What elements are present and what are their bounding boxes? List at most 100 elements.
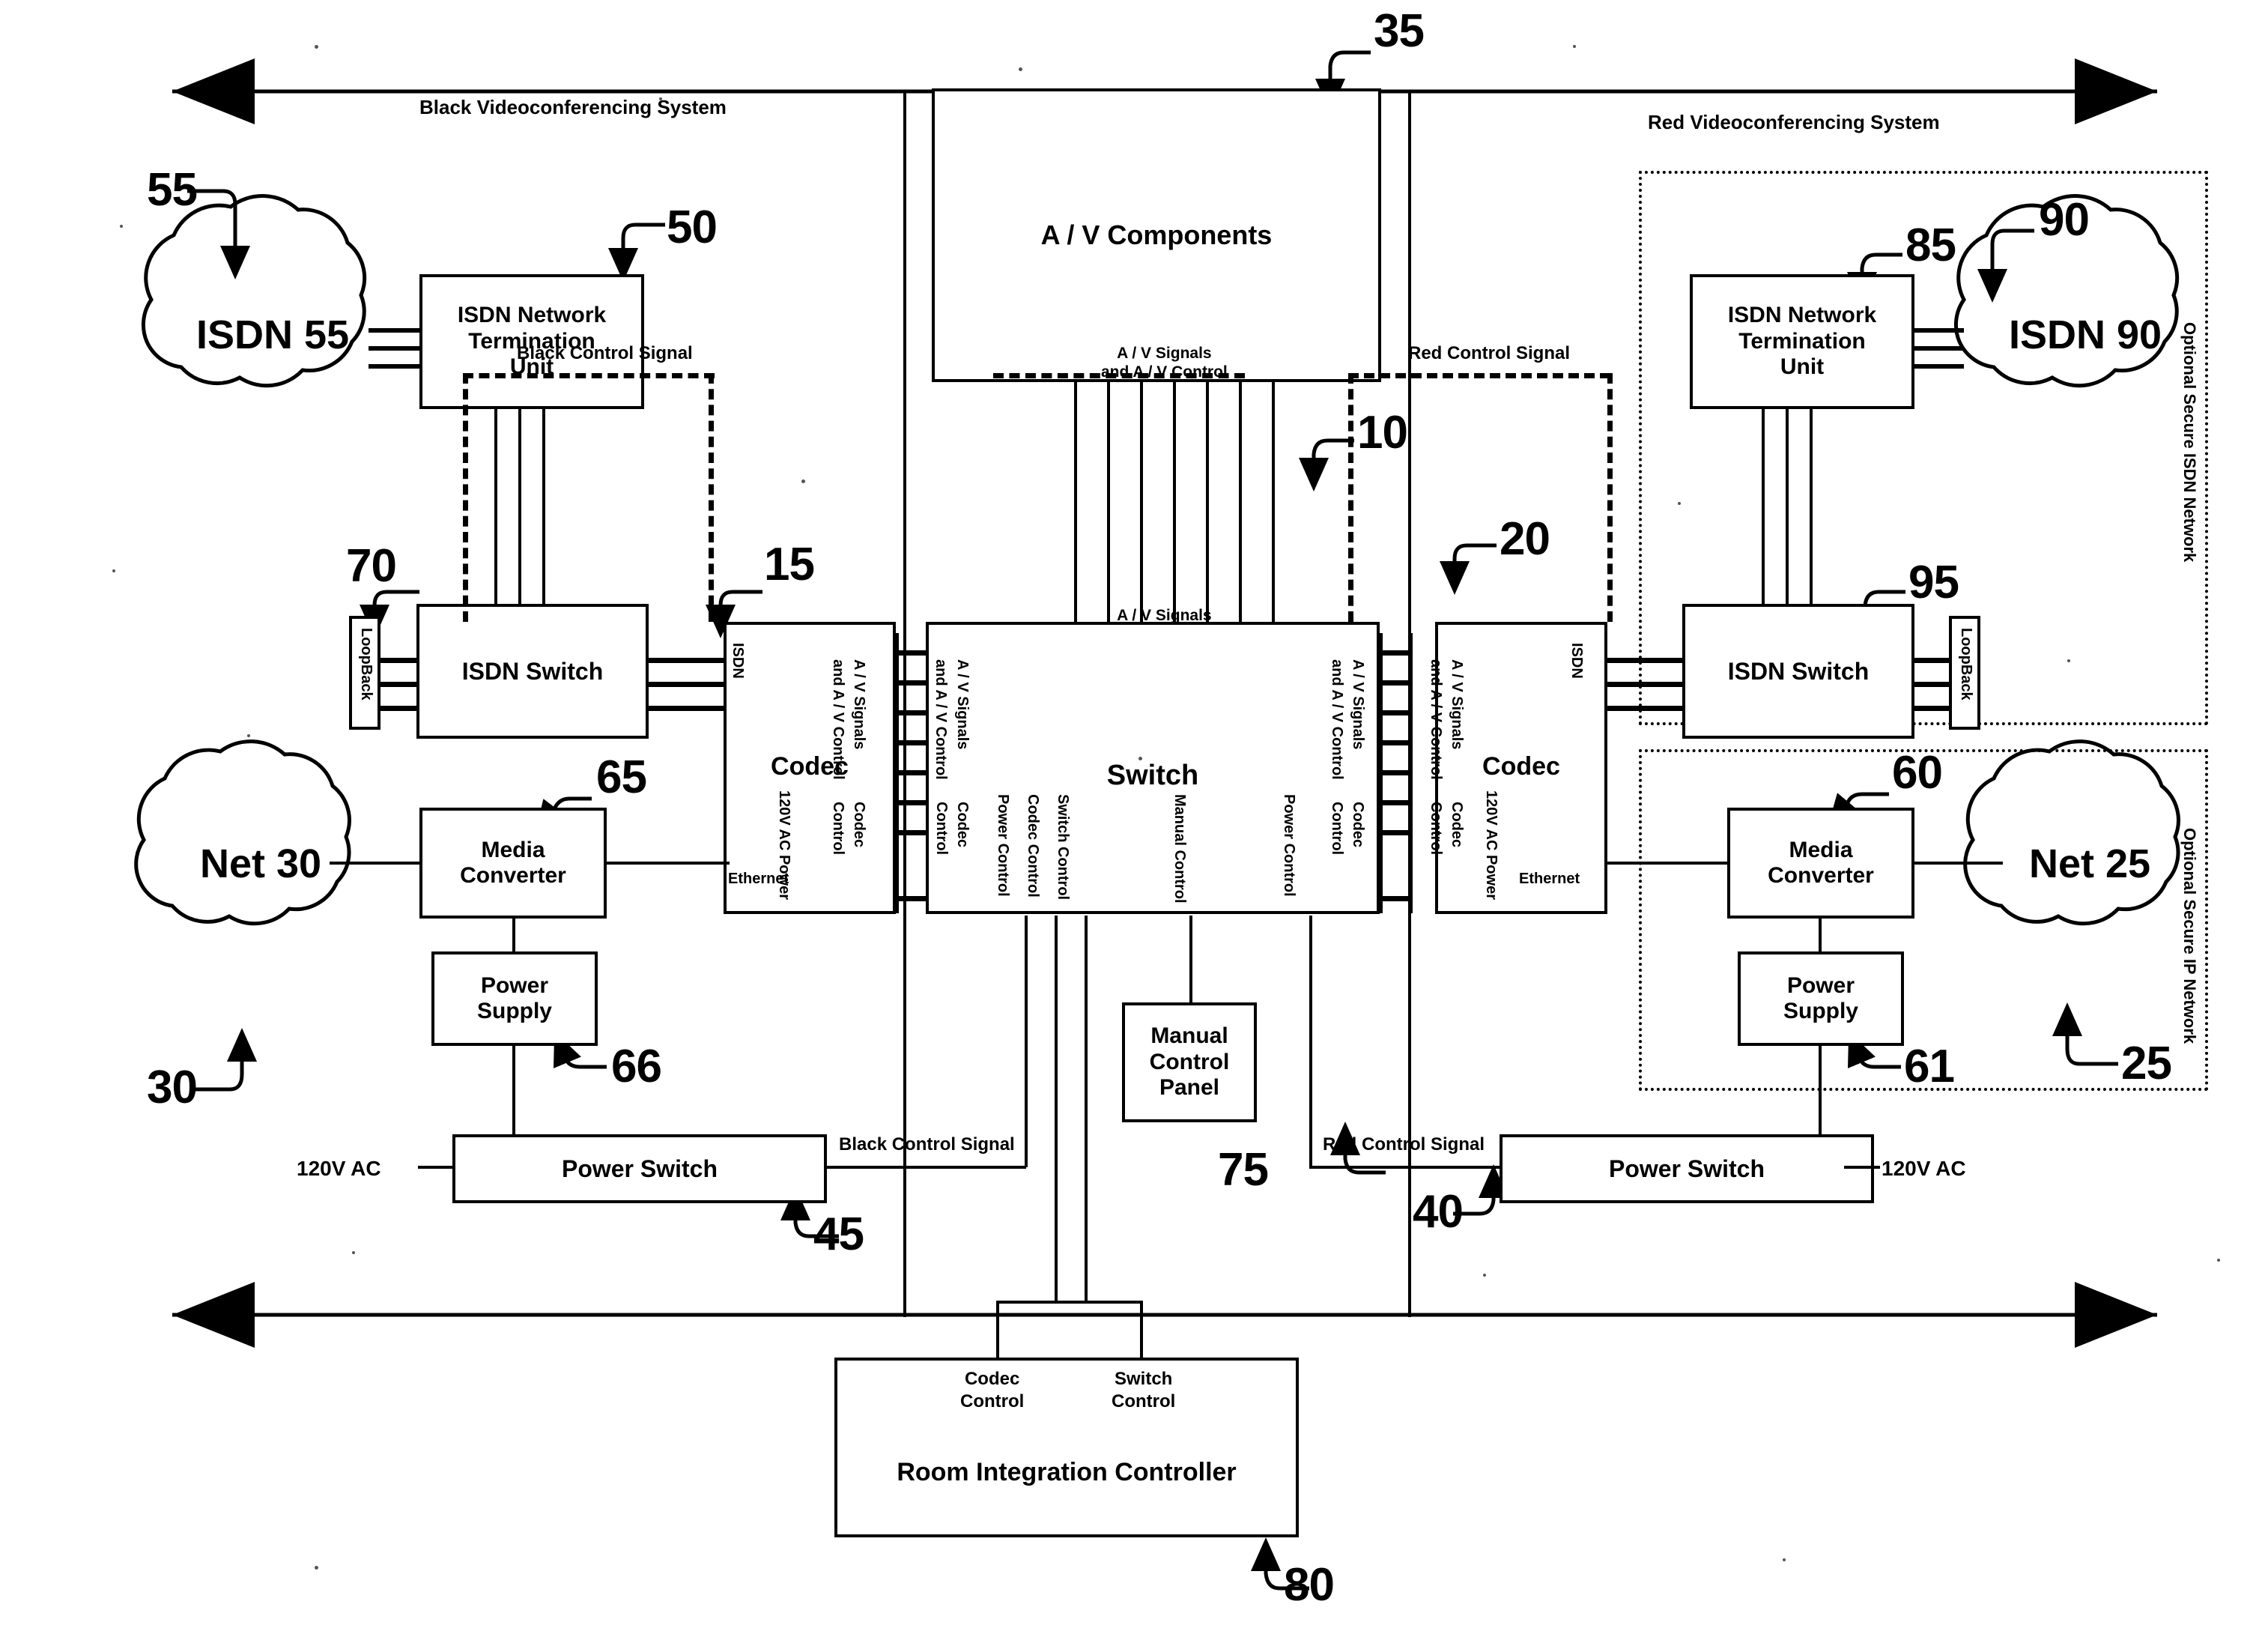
mediaconv-right-psu-link bbox=[1819, 917, 1822, 954]
ref-65: 65 bbox=[596, 751, 647, 803]
av-line1: A / V Signals bbox=[1117, 345, 1212, 362]
switch-right-av-label-b: A / V Signals bbox=[1350, 659, 1366, 750]
ribbon-rung bbox=[896, 740, 927, 745]
ref-20: 20 bbox=[1500, 513, 1550, 565]
isdn-55-cloud-label: ISDN 55 bbox=[195, 312, 350, 357]
loopback-right-label: LoopBack bbox=[1958, 628, 1974, 701]
scan-speck bbox=[1138, 757, 1142, 760]
loopback-left-label: LoopBack bbox=[358, 628, 375, 701]
av-bus-line bbox=[1272, 382, 1275, 622]
scan-speck bbox=[1019, 67, 1022, 71]
manual-control-panel-block[interactable]: Manual Control Panel bbox=[1122, 1002, 1257, 1122]
media-converter-right-label: Media Converter bbox=[1768, 837, 1874, 889]
ribbon-rung bbox=[896, 650, 927, 656]
media-converter-left-label: Media Converter bbox=[460, 837, 566, 889]
ntu-down-link bbox=[494, 409, 497, 604]
isdn-switch-right-codec-link bbox=[1604, 658, 1684, 663]
ntu-right-isdn-link bbox=[1913, 364, 1964, 369]
codec-right-av-label-a: and A / V Control bbox=[1428, 659, 1444, 780]
loopback-left-block[interactable]: LoopBack bbox=[349, 616, 380, 730]
codec-left-av-label-a: and A / V Control bbox=[830, 659, 846, 780]
codec-right-cc-a: Control bbox=[1428, 802, 1444, 856]
codec-right-av-label-b: A / V Signals bbox=[1449, 659, 1465, 750]
net-30-cloud-label: Net 30 bbox=[199, 841, 322, 886]
ref-10: 10 bbox=[1357, 407, 1408, 459]
ribbon-rung bbox=[1380, 710, 1411, 715]
sc1: Switch bbox=[1114, 1369, 1173, 1389]
power-switch-left-block[interactable]: Power Switch bbox=[452, 1134, 827, 1203]
av-components-block[interactable]: A / V Components bbox=[932, 88, 1381, 382]
ref-80: 80 bbox=[1284, 1559, 1335, 1611]
codec-right-ethernet-link bbox=[1604, 862, 1730, 865]
ntu-isdn-link bbox=[369, 364, 421, 369]
isdn-ntu-left-block[interactable]: ISDN Network Termination Unit bbox=[419, 274, 644, 409]
switch-right-codec-ctrl-b: Codec bbox=[1350, 802, 1366, 848]
ribbon-rung bbox=[1380, 830, 1411, 835]
isdn-switch-right-block[interactable]: ISDN Switch bbox=[1682, 604, 1914, 739]
sc2: Control bbox=[1112, 1391, 1176, 1411]
ric-switch-riser bbox=[1140, 1301, 1143, 1361]
ribbon-rung bbox=[896, 896, 927, 901]
isdn-switch-left-block[interactable]: ISDN Switch bbox=[416, 604, 649, 739]
ribbon-rung bbox=[896, 830, 927, 835]
manual-control-panel-label: Manual Control Panel bbox=[1149, 1023, 1230, 1101]
ntu-right-isdn-link bbox=[1913, 328, 1964, 333]
codec-right-cc-b: Codec bbox=[1449, 802, 1465, 848]
power-supply-left-block[interactable]: Power Supply bbox=[431, 951, 598, 1046]
isdn-switch-right-label: ISDN Switch bbox=[1727, 657, 1870, 685]
av-bus-line bbox=[1173, 382, 1176, 622]
room-integration-controller-block[interactable]: Room Integration Controller bbox=[834, 1358, 1299, 1537]
red-control-signal-bottom-label: Red Control Signal bbox=[1323, 1134, 1485, 1155]
power-supply-right-block[interactable]: Power Supply bbox=[1738, 951, 1904, 1046]
scan-speck bbox=[315, 1566, 318, 1570]
media-converter-left-block[interactable]: Media Converter bbox=[419, 808, 607, 919]
ntu-right-isdn-link bbox=[1913, 346, 1964, 351]
loopback-right-block[interactable]: LoopBack bbox=[1949, 616, 1980, 730]
ref-15: 15 bbox=[764, 539, 815, 590]
media-converter-right-block[interactable]: Media Converter bbox=[1727, 808, 1914, 919]
switch-power-control-right: Power Control bbox=[1281, 794, 1297, 897]
scan-speck bbox=[801, 479, 805, 483]
patent-figure-canvas: Black Videoconferencing System Red Video… bbox=[0, 0, 2268, 1640]
scan-speck bbox=[1678, 502, 1681, 505]
ric-switch-control-label: Switch Control bbox=[1112, 1368, 1175, 1413]
isdn-switch-left-codec-link bbox=[647, 706, 727, 711]
scan-speck bbox=[315, 45, 318, 49]
isdn-ntu-right-block[interactable]: ISDN Network Termination Unit bbox=[1690, 274, 1914, 409]
power-switch-right-block[interactable]: Power Switch bbox=[1500, 1134, 1874, 1203]
av-bus-line bbox=[1239, 382, 1242, 622]
ref-66: 66 bbox=[611, 1041, 662, 1092]
black-system-right-edge bbox=[903, 91, 906, 1317]
ric-label: Room Integration Controller bbox=[897, 1458, 1237, 1486]
red-system-label: Red Videoconferencing System bbox=[1648, 111, 1940, 133]
power-switch-right-label: Power Switch bbox=[1608, 1155, 1765, 1182]
codec-right-ethernet-port: Ethernet bbox=[1519, 871, 1580, 887]
black-control-signal-dashed-right bbox=[709, 373, 714, 622]
isdn-switch-left-label: ISDN Switch bbox=[461, 657, 604, 685]
isdn-switch-left-codec-link bbox=[647, 682, 727, 687]
isdn-ntu-left-label: ISDN Network Termination Unit bbox=[457, 303, 607, 380]
power-switch-left-label: Power Switch bbox=[561, 1155, 718, 1182]
switch-left-av-label-b: A / V Signals bbox=[954, 659, 971, 750]
codec-right-ac-power: 120V AC Power bbox=[1483, 790, 1500, 900]
loopback-left-link bbox=[379, 682, 418, 687]
scan-speck bbox=[1783, 1558, 1786, 1561]
switch-left-av-label-a: and A / V Control bbox=[933, 659, 949, 780]
isdn-90-cloud-label: ISDN 90 bbox=[2008, 312, 2162, 357]
ric-codec-control-label: Codec Control bbox=[960, 1368, 1024, 1413]
loopback-right-link bbox=[1913, 682, 1950, 687]
scan-speck bbox=[352, 1251, 355, 1254]
ntu-down-link bbox=[518, 409, 521, 604]
ntu-right-down-link bbox=[1762, 409, 1765, 604]
ref-70: 70 bbox=[346, 540, 397, 592]
optional-secure-isdn-label: Optional Secure ISDN Network bbox=[2180, 322, 2199, 563]
ribbon-rung bbox=[1380, 770, 1411, 775]
ref-75: 75 bbox=[1218, 1144, 1269, 1196]
ref-90: 90 bbox=[2039, 194, 2090, 246]
ref-55: 55 bbox=[147, 164, 198, 216]
manual-control-link bbox=[1189, 916, 1192, 1004]
av-bus-line bbox=[1206, 382, 1209, 622]
scan-speck bbox=[659, 97, 662, 100]
switch-codec-control-down: Codec Control bbox=[1025, 794, 1041, 898]
switch-label: Switch bbox=[1106, 760, 1199, 791]
